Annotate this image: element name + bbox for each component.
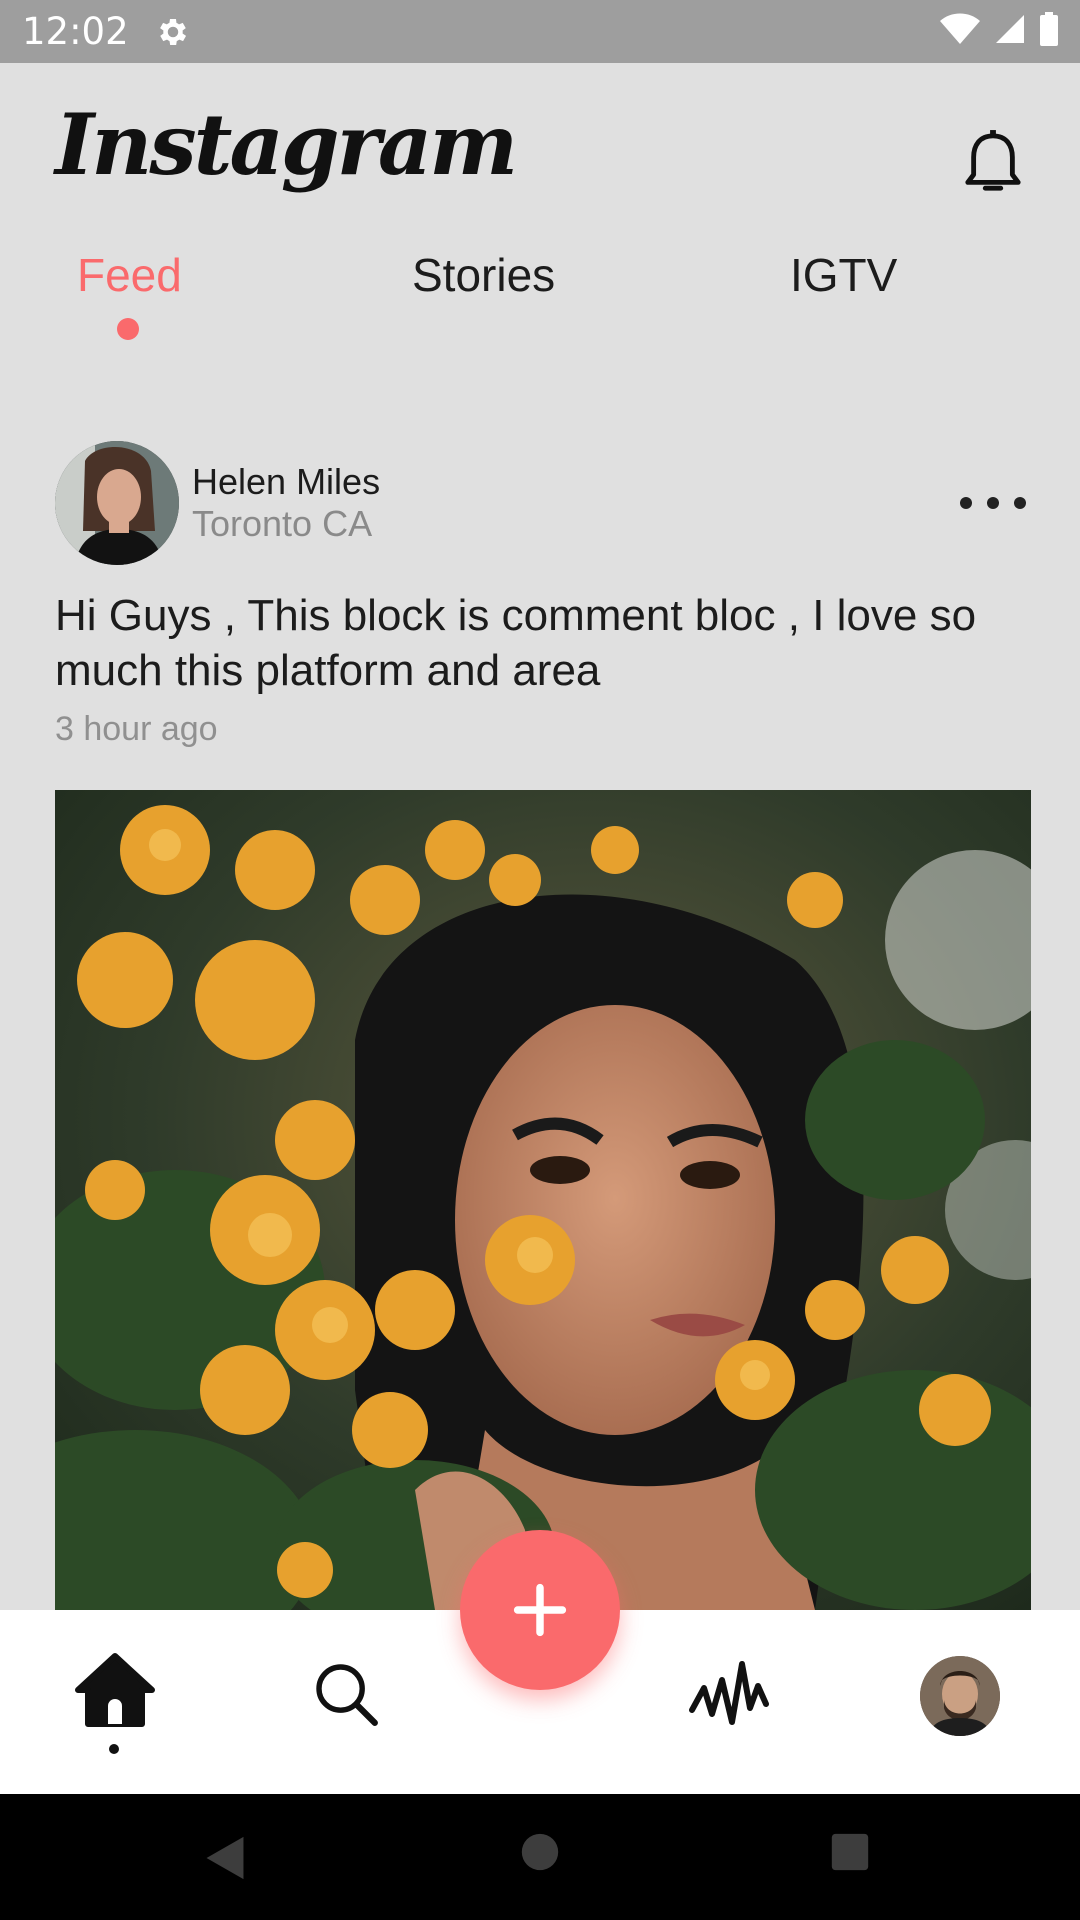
wifi-icon bbox=[940, 13, 980, 50]
bell-icon[interactable] bbox=[958, 124, 1028, 202]
tab-stories[interactable]: Stories bbox=[412, 248, 555, 302]
post-caption: Hi Guys , This block is comment bloc , I… bbox=[55, 591, 977, 695]
author-location: Toronto CA bbox=[192, 503, 373, 544]
settings-icon bbox=[155, 14, 191, 50]
post-image[interactable] bbox=[55, 790, 1031, 1610]
add-post-button[interactable] bbox=[460, 1530, 620, 1690]
search-icon[interactable] bbox=[306, 1654, 386, 1734]
post-timestamp: 3 hour ago bbox=[55, 710, 218, 748]
status-time: 12:02 bbox=[22, 10, 129, 53]
recent-apps-icon[interactable] bbox=[828, 1830, 872, 1874]
add-icon bbox=[513, 1583, 567, 1637]
author-name[interactable]: Helen Miles bbox=[192, 461, 380, 503]
author-avatar[interactable] bbox=[55, 441, 179, 565]
app-logo: Instagram bbox=[55, 95, 518, 194]
more-horizontal-icon[interactable] bbox=[960, 488, 1026, 518]
more-dot bbox=[1014, 497, 1026, 509]
more-dot bbox=[987, 497, 999, 509]
tab-feed[interactable]: Feed bbox=[77, 248, 182, 302]
status-bar: 12:02 bbox=[0, 0, 1080, 63]
tab-igtv[interactable]: IGTV bbox=[790, 248, 897, 302]
battery-icon bbox=[1040, 12, 1058, 51]
more-dot bbox=[960, 497, 972, 509]
profile-avatar[interactable] bbox=[920, 1656, 1000, 1736]
activity-icon[interactable] bbox=[688, 1660, 770, 1730]
home-icon[interactable] bbox=[74, 1650, 156, 1732]
active-tab-indicator bbox=[117, 318, 139, 340]
active-nav-indicator bbox=[109, 1744, 119, 1754]
home-circle-icon[interactable] bbox=[518, 1830, 562, 1874]
system-nav-bar bbox=[0, 1794, 1080, 1920]
signal-icon bbox=[994, 13, 1026, 50]
back-icon[interactable] bbox=[200, 1830, 250, 1886]
